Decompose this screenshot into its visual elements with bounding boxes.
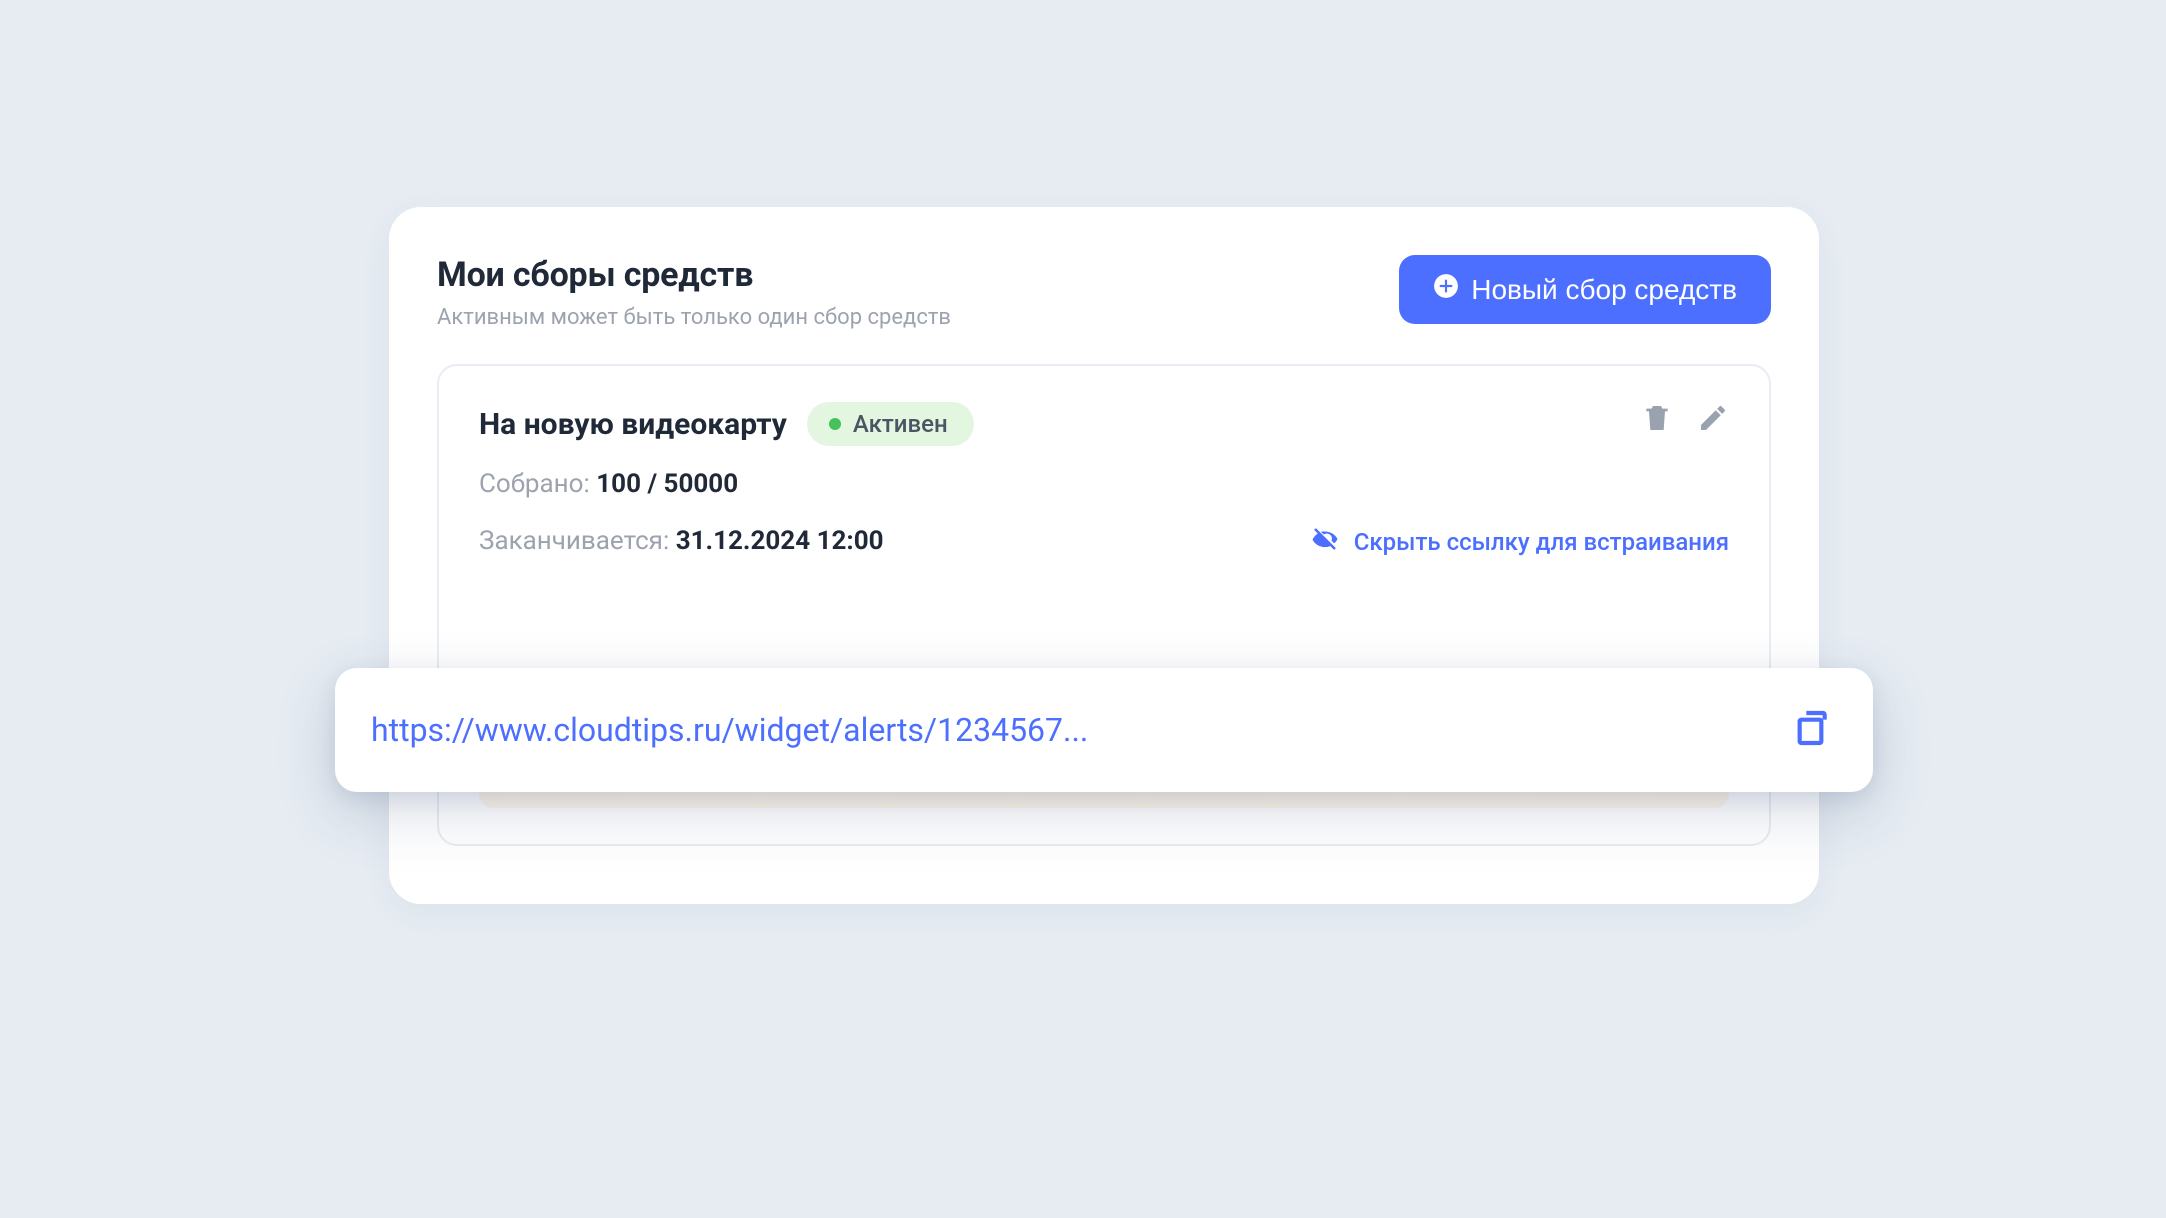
hide-embed-link-button[interactable]: Скрыть ссылку для встраивания [1310, 524, 1729, 560]
new-fundraiser-label: Новый сбор средств [1471, 274, 1737, 306]
fundraiser-name: На новую видеокарту [479, 407, 787, 442]
collected-row: Собрано: 100 / 50000 [479, 468, 1729, 502]
page-subtitle: Активным может быть только один сбор сре… [437, 305, 951, 330]
title-block: Мои сборы средств Активным может быть то… [437, 255, 951, 330]
panel-header: Мои сборы средств Активным может быть то… [437, 255, 1771, 330]
embed-url[interactable]: https://www.cloudtips.ru/widget/alerts/1… [371, 711, 1773, 749]
pencil-icon [1697, 419, 1729, 438]
page-title: Мои сборы средств [437, 255, 951, 295]
embed-url-bar: https://www.cloudtips.ru/widget/alerts/1… [335, 668, 1873, 792]
trash-icon [1641, 419, 1673, 438]
status-label: Активен [853, 410, 948, 438]
plus-circle-icon [1433, 273, 1459, 306]
ends-row: Заканчивается: 31.12.2024 12:00 Скрыть с… [479, 524, 1729, 560]
fundraisers-panel: Мои сборы средств Активным может быть то… [389, 207, 1819, 904]
card-top-row: На новую видеокарту Активен [479, 402, 1729, 446]
edit-button[interactable] [1697, 402, 1729, 438]
ends-label: Заканчивается: [479, 526, 676, 556]
collected-value: 100 / 50000 [596, 469, 738, 499]
eye-off-icon [1310, 524, 1340, 560]
hide-embed-label: Скрыть ссылку для встраивания [1354, 528, 1729, 556]
copy-url-button[interactable] [1793, 708, 1833, 752]
new-fundraiser-button[interactable]: Новый сбор средств [1399, 255, 1771, 324]
name-row: На новую видеокарту Активен [479, 402, 974, 446]
ends-at: Заканчивается: 31.12.2024 12:00 [479, 525, 884, 559]
status-badge: Активен [807, 402, 974, 446]
ends-value: 31.12.2024 12:00 [676, 526, 884, 556]
delete-button[interactable] [1641, 402, 1673, 438]
status-dot-icon [829, 418, 841, 430]
collected-label: Собрано: [479, 469, 596, 499]
card-actions [1641, 402, 1729, 438]
copy-icon [1793, 733, 1833, 752]
